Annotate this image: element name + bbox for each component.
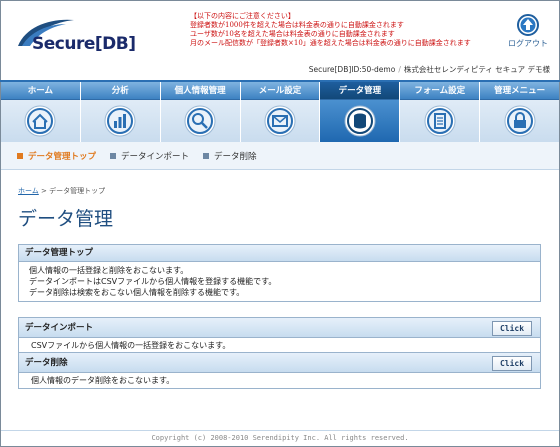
nav-label: フォーム設定	[400, 82, 480, 100]
nav-item-admin-menu[interactable]: 管理メニュー	[480, 82, 560, 142]
nav-item-analysis[interactable]: 分析	[80, 82, 161, 142]
nav-item-mail-settings[interactable]: メール設定	[240, 82, 321, 142]
overview-line: データ削除は検索をおこない個人情報を削除する機能です。	[29, 288, 245, 297]
breadcrumb: ホーム > データ管理トップ	[18, 186, 105, 196]
breadcrumb-home-link[interactable]: ホーム	[18, 187, 39, 195]
nav-label: データ管理	[320, 82, 400, 100]
nav-item-form-settings[interactable]: フォーム設定	[400, 82, 481, 142]
nav-label: 管理メニュー	[480, 82, 560, 100]
bullet-icon	[203, 152, 210, 159]
nav-label: 個人情報管理	[160, 82, 240, 100]
actions-panel: データインポート Click CSVファイルから個人情報の一括登録をおこないます…	[18, 317, 541, 389]
nav-label: 分析	[80, 82, 160, 100]
copyright: Copyright (c) 2008-2010 Serendipity Inc.…	[151, 434, 409, 442]
delete-description: 個人情報のデータ削除をおこないます。	[19, 373, 540, 388]
main-nav: ホーム 分析 個人情報管理 メール設定 データ管理 フォーム設定 管理メニュー	[1, 82, 560, 142]
notice-line: 【以下の内容にご注意ください】	[190, 12, 295, 20]
subnav-item-data-delete[interactable]: データ削除	[203, 150, 257, 162]
delete-click-button[interactable]: Click	[492, 356, 532, 371]
subnav-label: データ管理トップ	[28, 151, 97, 162]
logout-label: ログアウト	[508, 39, 548, 48]
billing-notice: 【以下の内容にご注意ください】 登録者数が1000件を超えた場合は料金表の通りに…	[190, 12, 500, 48]
overview-line: 個人情報の一括登録と削除をおこないます。	[29, 266, 189, 275]
notice-line: 登録者数が1000件を超えた場合は料金表の通りに自動課金されます	[190, 21, 404, 29]
sub-nav: データ管理トップ データインポート データ削除	[1, 142, 559, 170]
lock-icon	[504, 105, 536, 137]
overview-title: データ管理トップ	[19, 245, 540, 262]
form-icon	[424, 105, 456, 137]
nav-item-personal-info[interactable]: 個人情報管理	[160, 82, 241, 142]
database-icon	[344, 105, 376, 137]
footer-rule	[1, 430, 559, 431]
overview-body: 個人情報の一括登録と削除をおこないます。 データインポートはCSVファイルから個…	[19, 262, 540, 301]
import-click-button[interactable]: Click	[492, 321, 532, 336]
subnav-label: データインポート	[121, 151, 190, 162]
delete-title: データ削除	[25, 358, 68, 368]
search-icon	[184, 105, 216, 137]
nav-item-data-management[interactable]: データ管理	[320, 82, 401, 142]
nav-label: メール設定	[240, 82, 320, 100]
chart-icon	[104, 105, 136, 137]
logo-text: Secure[DB]	[32, 34, 136, 54]
import-description: CSVファイルから個人情報の一括登録をおこないます。	[19, 338, 540, 353]
subnav-item-data-top[interactable]: データ管理トップ	[17, 150, 96, 162]
account-info: Secure[DB]ID:50-demo / 株式会社セレンディピティ セキュア デ…	[309, 64, 550, 75]
breadcrumb-current: データ管理トップ	[49, 187, 106, 195]
bullet-icon	[110, 152, 117, 159]
overview-line: データインポートはCSVファイルから個人情報を登録する機能です。	[29, 277, 277, 286]
subnav-label: データ削除	[214, 151, 257, 162]
home-icon	[24, 105, 56, 137]
overview-panel: データ管理トップ 個人情報の一括登録と削除をおこないます。 データインポートはC…	[18, 244, 541, 302]
logo[interactable]: Secure[DB]	[16, 16, 146, 60]
nav-label: ホーム	[1, 82, 80, 100]
account-separator: /	[398, 65, 401, 74]
up-arrow-circle-icon	[517, 14, 539, 36]
bullet-icon	[17, 152, 23, 159]
logout-button[interactable]: ログアウト	[504, 14, 552, 49]
mail-icon	[264, 105, 296, 137]
notice-line: 月のメール配信数が「登録者数×10」通を超えた場合は料金表の通りに自動課金されま…	[190, 39, 471, 47]
nav-item-home[interactable]: ホーム	[1, 82, 81, 142]
page-title: データ管理	[18, 208, 114, 230]
delete-row: データ削除 Click	[19, 353, 540, 373]
breadcrumb-separator: >	[41, 187, 47, 195]
notice-line: ユーザ数が10名を超えた場合は料金表の通りに自動課金されます	[190, 30, 395, 38]
import-title: データインポート	[25, 323, 94, 333]
account-id: Secure[DB]ID:50-demo	[308, 65, 396, 74]
account-company: 株式会社セレンディピティ セキュア デモ様	[403, 65, 550, 74]
import-row: データインポート Click	[19, 318, 540, 338]
subnav-item-data-import[interactable]: データインポート	[110, 150, 189, 162]
